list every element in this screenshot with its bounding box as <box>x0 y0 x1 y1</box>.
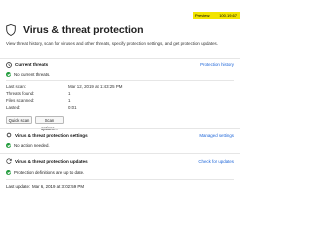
page-description: View threat history, scan for viruses an… <box>6 41 218 46</box>
updates-section-title: Virus & threat protection updates <box>15 159 88 164</box>
current-threats-status: No current threats. <box>14 72 51 77</box>
page-header: Virus & threat protection <box>6 24 144 36</box>
last-scan-label: Last scan: <box>6 84 27 89</box>
ok-check-icon <box>6 170 11 175</box>
clock-icon <box>6 62 12 68</box>
last-scan-value: Mar 12, 2019 at 1:43:25 PM <box>68 84 123 89</box>
check-for-updates-link[interactable]: Check for updates <box>198 159 234 164</box>
divider <box>6 179 234 180</box>
lasted-label: Lasted: <box>6 105 21 110</box>
settings-status: No action needed. <box>14 143 50 148</box>
settings-section-title: Virus & threat protection settings <box>15 133 88 138</box>
threats-found-label: Threats found: <box>6 91 35 96</box>
quick-scan-button[interactable]: Quick scan <box>6 116 32 124</box>
divider <box>0 153 240 154</box>
managed-settings-link[interactable]: Managed settings <box>199 133 234 138</box>
page-title: Virus & threat protection <box>23 24 144 36</box>
ok-check-icon <box>6 72 11 77</box>
ok-check-icon <box>6 143 11 148</box>
files-scanned-value: 1 <box>68 98 71 103</box>
updates-status: Protection definitions are up to date. <box>14 170 85 175</box>
divider <box>6 80 234 81</box>
threats-found-value: 1 <box>68 91 71 96</box>
last-update-value: Mar 6, 2019 at 3:02:59 PM <box>32 184 84 189</box>
preview-label: Preview: <box>195 13 211 18</box>
current-threats-title: Current threats <box>15 62 49 67</box>
gear-icon <box>6 132 12 138</box>
divider <box>0 58 240 59</box>
refresh-icon <box>6 158 12 164</box>
last-update-label: Last update: <box>6 184 31 189</box>
files-scanned-label: Files scanned: <box>6 98 35 103</box>
preview-badge: Preview: 100.19.67 <box>193 12 240 19</box>
shield-icon <box>6 24 16 36</box>
scan-options-button[interactable]: Scan options... <box>35 116 64 131</box>
protection-history-link[interactable]: Protection history <box>200 62 234 67</box>
preview-version: 100.19.67 <box>219 13 237 18</box>
lasted-value: 0:01 <box>68 105 77 110</box>
divider <box>0 128 240 129</box>
